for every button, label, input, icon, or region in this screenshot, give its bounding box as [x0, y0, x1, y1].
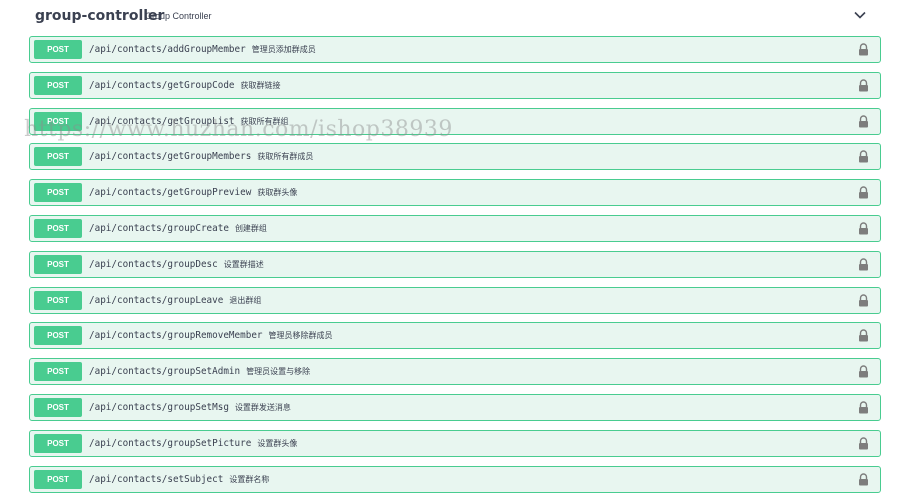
operation-path: /api/contacts/getGroupMembers 获取所有群成员 — [89, 151, 313, 162]
tag-header-group-controller[interactable]: group-controller Group Controller — [29, 0, 881, 34]
operation-row[interactable]: POST/api/contacts/groupSetPicture 设置群头像 — [29, 429, 881, 457]
operation-path-text: /api/contacts/groupDesc — [89, 258, 218, 270]
operation-summary: 获取所有群组 — [240, 116, 289, 126]
operation-summary: 创建群组 — [234, 224, 267, 233]
operation-row[interactable]: POST/api/contacts/getGroupList 获取所有群组 — [29, 107, 881, 135]
lock-icon[interactable] — [858, 329, 869, 342]
operation-row[interactable]: POST/api/contacts/groupDesc 设置群描述 — [29, 250, 881, 278]
operation-row[interactable]: POST/api/contacts/setSubject 设置群名称 — [29, 465, 881, 493]
operation-path: /api/contacts/groupSetAdmin 管理员设置与移除 — [89, 366, 310, 377]
tag-description: Group Controller — [145, 11, 212, 21]
method-badge: POST — [34, 398, 82, 417]
operation-row[interactable]: POST/api/contacts/getGroupMembers 获取所有群成员 — [29, 143, 881, 171]
operation-row[interactable]: POST/api/contacts/groupRemoveMember 管理员移除… — [29, 322, 881, 350]
chevron-down-icon[interactable] — [853, 8, 867, 22]
method-badge: POST — [34, 290, 82, 310]
operation-summary: 设置群描述 — [223, 259, 264, 269]
lock-icon[interactable] — [858, 472, 869, 486]
method-badge: POST — [34, 183, 82, 203]
method-badge: POST — [34, 219, 82, 238]
operation-summary: 获取群链接 — [240, 80, 281, 90]
operation-path-text: /api/contacts/getGroupPreview — [89, 187, 252, 199]
operation-row[interactable]: POST/api/contacts/groupSetMsg 设置群发送消息 — [29, 394, 881, 421]
lock-icon[interactable] — [858, 293, 869, 307]
operation-path-text: /api/contacts/groupSetPicture — [89, 437, 252, 449]
operation-path-text: /api/contacts/groupCreate — [89, 223, 229, 234]
operation-summary: 设置群头像 — [257, 438, 298, 448]
method-badge: POST — [34, 111, 82, 131]
operation-path-text: /api/contacts/groupSetMsg — [89, 402, 229, 413]
lock-icon[interactable] — [858, 258, 869, 271]
operation-row[interactable]: POST/api/contacts/groupLeave 退出群组 — [29, 286, 881, 314]
lock-icon[interactable] — [858, 186, 869, 199]
operation-path: /api/contacts/setSubject 设置群名称 — [89, 474, 269, 485]
operation-path-text: /api/contacts/getGroupCode — [89, 79, 235, 91]
operation-path-text: /api/contacts/getGroupMembers — [89, 151, 252, 163]
method-badge: POST — [34, 254, 82, 274]
operation-summary: 管理员添加群成员 — [251, 45, 316, 54]
operation-path: /api/contacts/groupDesc 设置群描述 — [89, 259, 264, 270]
operation-row[interactable]: POST/api/contacts/addGroupMember 管理员添加群成员 — [29, 36, 881, 63]
method-badge: POST — [34, 362, 82, 382]
lock-icon[interactable] — [858, 150, 869, 163]
operation-path: /api/contacts/addGroupMember 管理员添加群成员 — [89, 44, 316, 55]
operation-row[interactable]: POST/api/contacts/getGroupPreview 获取群头像 — [29, 179, 881, 207]
lock-icon[interactable] — [858, 79, 869, 92]
operation-row[interactable]: POST/api/contacts/groupCreate 创建群组 — [29, 215, 881, 242]
operation-path-text: /api/contacts/groupSetAdmin — [89, 366, 241, 378]
operation-path: /api/contacts/groupSetPicture 设置群头像 — [89, 438, 297, 449]
lock-icon[interactable] — [858, 401, 869, 414]
operation-path: /api/contacts/getGroupList 获取所有群组 — [89, 116, 289, 127]
lock-icon[interactable] — [858, 437, 869, 450]
lock-icon[interactable] — [858, 43, 869, 56]
lock-icon[interactable] — [858, 365, 869, 378]
method-badge: POST — [34, 75, 82, 95]
operation-summary: 获取所有群成员 — [257, 152, 314, 162]
method-badge: POST — [34, 433, 82, 453]
operation-path: /api/contacts/groupRemoveMember 管理员移除群成员 — [89, 330, 333, 341]
operation-path-text: /api/contacts/addGroupMember — [89, 44, 246, 55]
operation-summary: 退出群组 — [229, 295, 262, 305]
operation-row[interactable]: POST/api/contacts/groupSetAdmin 管理员设置与移除 — [29, 358, 881, 386]
operation-path-text: /api/contacts/groupLeave — [89, 294, 224, 306]
operation-row[interactable]: POST/api/contacts/getGroupCode 获取群链接 — [29, 71, 881, 99]
operation-summary: 管理员移除群成员 — [268, 331, 333, 341]
operation-path: /api/contacts/getGroupPreview 获取群头像 — [89, 187, 297, 198]
operation-summary: 管理员设置与移除 — [246, 367, 311, 377]
operation-path-text: /api/contacts/groupRemoveMember — [89, 330, 263, 342]
method-badge: POST — [34, 40, 82, 59]
operation-summary: 获取群头像 — [257, 188, 298, 198]
method-badge: POST — [34, 147, 82, 167]
operation-path-text: /api/contacts/getGroupList — [89, 115, 235, 127]
lock-icon[interactable] — [858, 222, 869, 235]
operation-summary: 设置群发送消息 — [234, 403, 291, 412]
operation-path: /api/contacts/getGroupCode 获取群链接 — [89, 80, 281, 91]
operation-path: /api/contacts/groupCreate 创建群组 — [89, 223, 267, 234]
method-badge: POST — [34, 326, 82, 346]
operation-summary: 设置群名称 — [229, 474, 270, 484]
operation-path: /api/contacts/groupSetMsg 设置群发送消息 — [89, 402, 291, 413]
method-badge: POST — [34, 469, 82, 489]
operation-path-text: /api/contacts/setSubject — [89, 473, 224, 485]
lock-icon[interactable] — [858, 114, 869, 128]
operation-path: /api/contacts/groupLeave 退出群组 — [89, 295, 261, 306]
